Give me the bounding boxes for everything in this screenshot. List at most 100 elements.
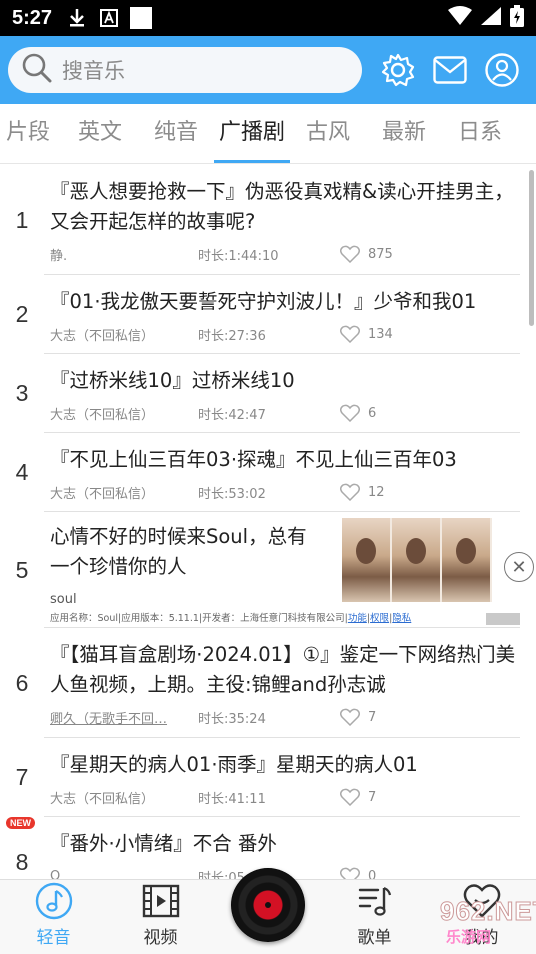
watermark-sub: 乐游网 [446,928,492,946]
mail-icon[interactable] [432,52,468,88]
rank-number: 4 [15,459,29,485]
item-title: 『番外·小情绪』不合 番外 [50,832,277,855]
like-count: 7 [368,789,377,805]
item-title: 『不见上仙三百年03·探魂』不见上仙三百年03 [50,448,457,471]
ad-disclosure: 应用名称：Soul|应用版本：5.11.1|开发者：上海任意门科技有限公司|功能… [50,613,412,624]
rank-number: 5 [15,556,29,583]
item-author: 大志（不回私信） [50,486,155,502]
tab-category[interactable]: 日系 [442,104,518,163]
item-author: Q [50,868,61,880]
list-item[interactable]: 4 『不见上仙三百年03·探魂』不见上仙三百年03 大志（不回私信） 时长:53… [0,433,536,512]
ad-tag [486,613,520,625]
item-duration: 时长:1:44:10 [198,248,279,264]
item-author: 静. [50,248,68,264]
wifi-icon [448,6,472,30]
nav-label: 歌单 [357,928,392,948]
ad-text: 心情不好的时候来Soul，总有一个珍惜你的人 [50,525,307,578]
rank-number: 1 [15,206,29,233]
like-button[interactable]: 7 [340,788,376,806]
heart-icon [340,708,360,726]
item-title: 『01·我龙傲天要誓死守护刘波儿！』少爷和我01 [50,290,477,313]
item-title: 『星期天的病人01·雨季』星期天的病人01 [50,753,418,776]
ad-brand: soul [50,592,77,607]
like-button[interactable]: 875 [340,245,393,263]
status-time: 5:27 [12,6,53,29]
item-title: 『【猫耳盲盒剧场·2024.01】①』鉴定一下网络热门美人鱼视频，上期。主役:锦… [50,643,516,696]
watermark-logo: 962.NET 乐游网 [400,896,536,948]
list-item[interactable]: 1 『恶人想要抢救一下』伪恶役真戏精&读心开挂男主，又会开起怎样的故事呢? 静.… [0,165,536,275]
item-duration: 时长:27:36 [198,328,266,344]
ad-link-permissions[interactable]: 权限 [370,613,389,624]
ad-disclosure-text: 应用名称：Soul|应用版本：5.11.1|开发者：上海任意门科技有限公司| [50,613,348,624]
like-button[interactable]: 12 [340,483,385,501]
item-author: 大志（不回私信） [50,791,155,807]
record-disc-icon[interactable] [231,868,305,942]
new-badge: NEW [6,817,35,829]
list-item[interactable]: 2 『01·我龙傲天要誓死守护刘波儿！』少爷和我01 大志（不回私信） 时长:2… [0,275,536,354]
item-duration: 时长:35:24 [198,711,266,727]
film-icon [141,881,181,921]
music-note-icon [34,881,74,921]
rank-value: 8 [15,849,29,875]
user-profile-icon[interactable] [484,52,520,88]
tab-category[interactable]: 最新 [366,104,442,163]
item-duration: 时长:42:47 [198,407,266,423]
like-button[interactable]: 6 [340,404,376,422]
app-header: 搜音乐 [0,36,536,104]
like-count: 6 [368,405,377,421]
status-bar: 5:27 [0,0,536,36]
heart-icon [340,325,360,343]
list-scrollbar[interactable] [529,170,534,326]
item-title: 『过桥米线10』过桥米线10 [50,369,295,392]
heart-icon [340,788,360,806]
blank-notification-icon [130,7,153,29]
tab-category[interactable]: 古风 [290,104,366,163]
search-placeholder: 搜音乐 [62,59,125,83]
settings-gear-icon[interactable] [380,52,416,88]
like-count: 134 [368,326,393,342]
rank-number: 7 [15,764,29,790]
category-tabs: 片段 英文 纯音 广播剧 古风 最新 日系 [0,104,536,164]
tab-category[interactable]: 片段 [0,104,62,163]
tab-category[interactable]: 纯音 [138,104,214,163]
heart-icon [340,245,360,263]
ad-link-privacy[interactable]: 隐私 [392,613,411,624]
nav-label: 轻音 [36,928,71,948]
item-duration: 时长:53:02 [198,486,266,502]
ad-banner[interactable]: 5 心情不好的时候来Soul，总有一个珍惜你的人 soul 应用名称：Soul|… [0,512,536,628]
list-item[interactable]: 6 『【猫耳盲盒剧场·2024.01】①』鉴定一下网络热门美人鱼视频，上期。主役… [0,628,536,738]
download-icon [66,7,88,29]
tab-category[interactable]: 英文 [62,104,138,163]
rank-number: 3 [15,380,29,406]
like-count: 875 [368,246,393,262]
battery-icon [510,5,524,31]
watermark-main: 962.NET [440,896,536,927]
rank-number: 6 [15,669,29,696]
playlist-icon [355,881,395,921]
item-title: 『恶人想要抢救一下』伪恶役真戏精&读心开挂男主，又会开起怎样的故事呢? [50,180,514,233]
rank-number: 2 [15,301,29,327]
nav-item-music[interactable]: 轻音 [0,880,107,954]
rank-number: NEW 8 [0,817,44,879]
list-item[interactable]: 3 『过桥米线10』过桥米线10 大志（不回私信） 时长:42:47 6 [0,354,536,433]
heart-icon [340,483,360,501]
item-duration: 时长:41:11 [198,791,266,807]
like-count: 12 [368,484,385,500]
ad-image[interactable] [342,518,492,602]
item-author: 大志（不回私信） [50,407,155,423]
like-button[interactable]: 0 [340,867,376,879]
item-author: 大志（不回私信） [50,328,155,344]
item-author: 卿久（无歌手不回… [50,711,168,727]
ad-close-icon[interactable]: ✕ [504,552,534,582]
drama-list: 1 『恶人想要抢救一下』伪恶役真戏精&读心开挂男主，又会开起怎样的故事呢? 静.… [0,165,536,879]
search-icon [22,53,52,87]
nav-item-video[interactable]: 视频 [107,880,214,954]
search-input[interactable]: 搜音乐 [8,47,362,93]
like-button[interactable]: 7 [340,708,376,726]
list-item[interactable]: 7 『星期天的病人01·雨季』星期天的病人01 大志（不回私信） 时长:41:1… [0,738,536,817]
ad-link-function[interactable]: 功能 [348,613,367,624]
like-button[interactable]: 134 [340,325,393,343]
tab-category-active[interactable]: 广播剧 [214,104,290,163]
nav-label: 视频 [143,928,178,948]
heart-icon [340,404,360,422]
